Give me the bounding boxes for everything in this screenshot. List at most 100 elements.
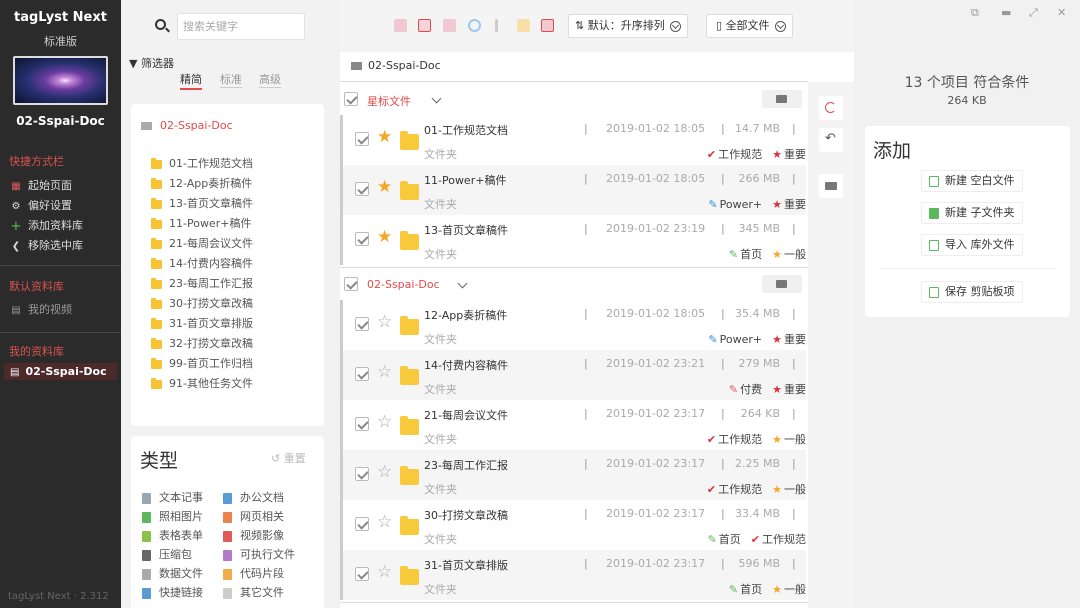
minimize-icon[interactable]: ▬ (1001, 6, 1011, 19)
library-cover-image[interactable] (13, 56, 108, 105)
star-icon[interactable]: ★ (377, 129, 392, 146)
tree-item[interactable]: 12-App奏折稿件 (151, 175, 252, 191)
save-clipboard-button[interactable]: 保存 剪贴板项 (921, 281, 1023, 303)
sort-dropdown[interactable]: ⇅ 默认：升序排列 (568, 14, 688, 38)
tree-item[interactable]: 14-付费内容稿件 (151, 255, 253, 271)
tree-item[interactable]: 31-首页文章排版 (151, 315, 253, 331)
tag-label[interactable]: ✔ 工作规范 (707, 483, 762, 496)
chevron-down-icon[interactable] (457, 278, 468, 289)
tree-item[interactable]: 11-Power+稿件 (151, 215, 251, 231)
new-blank-file-button[interactable]: 新建 空白文件 (921, 170, 1023, 192)
type-item[interactable]: 数据文件 (142, 565, 203, 581)
import-files-button[interactable]: 导入 库外文件 (921, 234, 1023, 256)
star-icon[interactable]: ★ (377, 179, 392, 196)
row-checkbox[interactable] (355, 467, 369, 481)
tree-item[interactable]: 23-每周工作汇报 (151, 275, 253, 291)
tree-item[interactable]: 91-其他任务文件 (151, 375, 253, 391)
scope-dropdown[interactable]: ▯ 全部文件 (706, 14, 793, 38)
chevron-down-icon[interactable] (431, 93, 442, 104)
undo-button[interactable]: ↶ (819, 128, 843, 152)
open-folder-button[interactable] (762, 90, 802, 108)
tab-standard[interactable]: 标准 (220, 71, 242, 88)
tag-label[interactable]: ✎ Power+ (708, 333, 762, 346)
row-checkbox[interactable] (355, 567, 369, 581)
star-icon[interactable]: ☆ (377, 364, 392, 381)
maximize-icon[interactable]: ⤢ (1029, 6, 1038, 20)
star-icon[interactable]: ☆ (377, 564, 392, 581)
row-checkbox[interactable] (355, 232, 369, 246)
grid-view-icon[interactable] (394, 19, 407, 32)
restore-icon[interactable]: ⧉ (971, 6, 979, 20)
tag-label[interactable]: ★ 一般 (772, 583, 806, 596)
sidebar-item-remove-library[interactable]: ❮ 移除选中库 (10, 237, 83, 253)
search-icon[interactable] (155, 19, 166, 30)
file-row[interactable]: ☆ 23-每周工作汇报 文件夹 | 2019-01-02 23:17 | 2.25 MB | ✔… (340, 450, 806, 500)
close-icon[interactable]: ✕ (1057, 6, 1066, 19)
star-icon[interactable]: ☆ (377, 414, 392, 431)
star-icon[interactable]: ☆ (377, 314, 392, 331)
sidebar-item-preferences[interactable]: ⚙ 偏好设置 (10, 197, 72, 213)
group-checkbox[interactable] (344, 92, 358, 106)
filter-toggle-icon[interactable] (541, 19, 554, 32)
group-header[interactable]: 02-Sspai-Doc (340, 269, 808, 299)
type-item[interactable]: 可执行文件 (223, 546, 295, 562)
tag-label[interactable]: ✎ Power+ (708, 198, 762, 211)
type-item[interactable]: 其它文件 (223, 584, 284, 600)
sidebar-item-start-page[interactable]: ▦ 起始页面 (10, 177, 72, 193)
row-checkbox[interactable] (355, 367, 369, 381)
type-item[interactable]: 压缩包 (142, 546, 192, 562)
sidebar-item-my-videos[interactable]: ▤ 我的视频 (10, 301, 72, 317)
group-checkbox[interactable] (344, 277, 358, 291)
type-item[interactable]: 视频影像 (223, 527, 284, 543)
tag-label[interactable]: ✎ 首页 (729, 583, 762, 596)
tag-label[interactable]: ★ 重要 (772, 148, 806, 161)
tag-label[interactable]: ✔ 工作规范 (751, 533, 806, 546)
row-checkbox[interactable] (355, 517, 369, 531)
type-item[interactable]: 照相图片 (142, 508, 203, 524)
type-item[interactable]: 快捷链接 (142, 584, 203, 600)
open-folder-button[interactable] (762, 275, 802, 293)
search-input[interactable]: 搜索关键字 (177, 13, 305, 40)
type-item[interactable]: 代码片段 (223, 565, 284, 581)
tab-advanced[interactable]: 高级 (259, 71, 281, 88)
row-checkbox[interactable] (355, 182, 369, 196)
file-row[interactable]: ★ 11-Power+稿件 文件夹 | 2019-01-02 18:05 | 266 MB |… (340, 165, 806, 215)
tag-label[interactable]: ★ 一般 (772, 483, 806, 496)
tag-label[interactable]: ★ 一般 (772, 433, 806, 446)
tag-label[interactable]: ★ 一般 (772, 248, 806, 261)
row-checkbox[interactable] (355, 132, 369, 146)
tag-label[interactable]: ✔ 工作规范 (707, 433, 762, 446)
tree-item[interactable]: 30-打捞文章改稿 (151, 295, 253, 311)
tag-label[interactable]: ✎ 首页 (729, 248, 762, 261)
tree-item[interactable]: 99-首页工作归档 (151, 355, 253, 371)
breadcrumb[interactable]: 02-Sspai-Doc (351, 59, 441, 72)
tree-item[interactable]: 13-首页文章稿件 (151, 195, 253, 211)
star-icon[interactable]: ☆ (377, 464, 392, 481)
tag-label[interactable]: ★ 重要 (772, 333, 806, 346)
tree-root[interactable]: 02-Sspai-Doc (141, 119, 233, 132)
tag-label[interactable]: ✎ 付费 (729, 383, 762, 396)
new-subfolder-button[interactable]: 新建 子文件夹 (921, 202, 1023, 224)
folder-button[interactable] (819, 174, 843, 198)
file-row[interactable]: ☆ 12-App奏折稿件 文件夹 | 2019-01-02 18:05 | 35.4 MB |… (340, 300, 806, 350)
tree-item[interactable]: 01-工作规范文档 (151, 155, 253, 171)
group-header[interactable]: 星标文件 (340, 84, 808, 114)
file-row[interactable]: ☆ 31-首页文章排版 文件夹 | 2019-01-02 23:17 | 596 MB | ✎ 首… (340, 550, 806, 600)
tag-label[interactable]: ✔ 工作规范 (707, 148, 762, 161)
file-row[interactable]: ☆ 30-打捞文章改稿 文件夹 | 2019-01-02 23:17 | 33.4 MB | ✎… (340, 500, 806, 550)
list-view-icon[interactable] (418, 19, 431, 32)
sidebar-item-add-library[interactable]: + 添加资料库 (10, 217, 83, 234)
tree-item[interactable]: 32-打捞文章改稿 (151, 335, 253, 351)
loading-button[interactable] (819, 96, 843, 120)
refresh-view-icon[interactable] (468, 19, 481, 32)
tag-label[interactable]: ✎ 首页 (708, 533, 741, 546)
tree-item[interactable]: 21-每周会议文件 (151, 235, 253, 251)
file-row[interactable]: ★ 01-工作规范文档 文件夹 | 2019-01-02 18:05 | 14.7 MB | ✔… (340, 115, 806, 165)
row-checkbox[interactable] (355, 317, 369, 331)
star-icon[interactable]: ☆ (377, 514, 392, 531)
file-row[interactable]: ☆ 14-付费内容稿件 文件夹 | 2019-01-02 23:21 | 279 MB | ✎ 付… (340, 350, 806, 400)
type-item[interactable]: 网页相关 (223, 508, 284, 524)
tag-label[interactable]: ★ 重要 (772, 383, 806, 396)
more-icon[interactable] (495, 19, 498, 32)
tag-label[interactable]: ★ 重要 (772, 198, 806, 211)
